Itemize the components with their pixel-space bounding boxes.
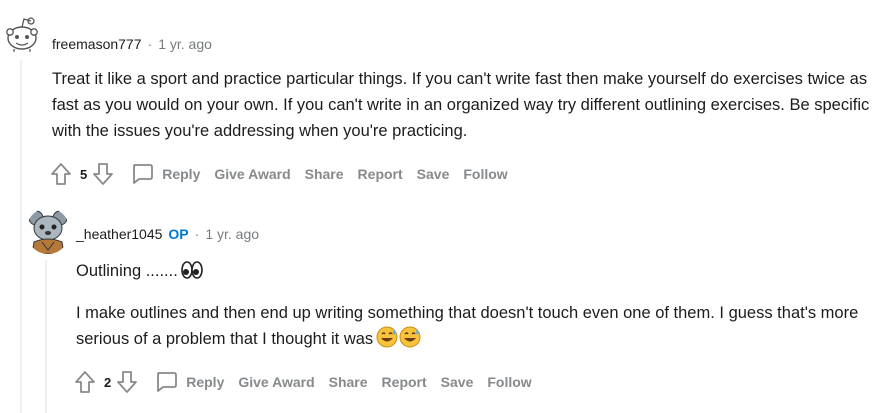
comment-paragraph: Treat it like a sport and practice parti… — [52, 70, 870, 140]
downvote-button[interactable] — [92, 162, 114, 186]
chat-bubble-icon — [133, 164, 154, 184]
comment-paragraph: I make outlines and then end up writing … — [76, 300, 888, 356]
chat-bubble-icon — [157, 372, 178, 392]
save-button[interactable]: Save — [437, 374, 478, 390]
paragraph-text: Outlining ....... — [76, 262, 178, 280]
reply-label: Reply — [162, 166, 201, 182]
upvote-icon — [75, 371, 95, 393]
follow-button[interactable]: Follow — [459, 166, 511, 182]
paragraph-text: I make outlines and then end up writing … — [76, 304, 859, 348]
downvote-button[interactable] — [116, 370, 138, 394]
downvote-icon — [93, 163, 114, 185]
report-button[interactable]: Report — [354, 166, 407, 182]
report-button[interactable]: Report — [378, 374, 431, 390]
comment-paragraph: Outlining ....... — [76, 258, 888, 288]
upvote-icon — [51, 163, 71, 185]
give-award-button[interactable]: Give Award — [210, 166, 294, 182]
timestamp[interactable]: 1 yr. ago — [158, 36, 212, 52]
vote-score: 2 — [104, 374, 112, 390]
thread-line[interactable] — [20, 60, 22, 413]
downvote-icon — [117, 371, 138, 393]
timestamp[interactable]: 1 yr. ago — [205, 226, 259, 242]
avatar[interactable] — [26, 208, 70, 254]
give-award-button[interactable]: Give Award — [234, 374, 318, 390]
upvote-button[interactable] — [50, 162, 72, 186]
op-badge: OP — [168, 226, 189, 242]
thread-line[interactable] — [45, 260, 47, 413]
sweat-smile-emoji-icon — [376, 326, 422, 356]
vote-score: 5 — [80, 166, 88, 182]
follow-button[interactable]: Follow — [483, 374, 535, 390]
comment-meta: _heather1045 OP · 1 yr. ago — [76, 226, 259, 242]
reply-button[interactable]: Reply — [150, 370, 228, 394]
comment-body: Outlining ....... — [76, 258, 888, 288]
save-button[interactable]: Save — [413, 166, 454, 182]
comment-body: Treat it like a sport and practice parti… — [52, 66, 882, 144]
meta-separator: · — [147, 36, 153, 52]
avatar[interactable] — [4, 14, 40, 54]
meta-separator: · — [194, 226, 200, 242]
comment-actions: 2 Reply Give Award Share Report Save Fol… — [74, 368, 536, 396]
username[interactable]: freemason777 — [52, 36, 142, 52]
comment-meta: freemason777 · 1 yr. ago — [52, 36, 212, 52]
comment-actions: 5 Reply Give Award Share Report Save Fol… — [50, 160, 512, 188]
share-button[interactable]: Share — [301, 166, 348, 182]
share-button[interactable]: Share — [325, 374, 372, 390]
reply-button[interactable]: Reply — [126, 162, 204, 186]
comment-body: I make outlines and then end up writing … — [76, 300, 888, 356]
username[interactable]: _heather1045 — [76, 226, 162, 242]
reply-label: Reply — [186, 374, 225, 390]
upvote-button[interactable] — [74, 370, 96, 394]
eyes-emoji-icon — [180, 260, 203, 288]
